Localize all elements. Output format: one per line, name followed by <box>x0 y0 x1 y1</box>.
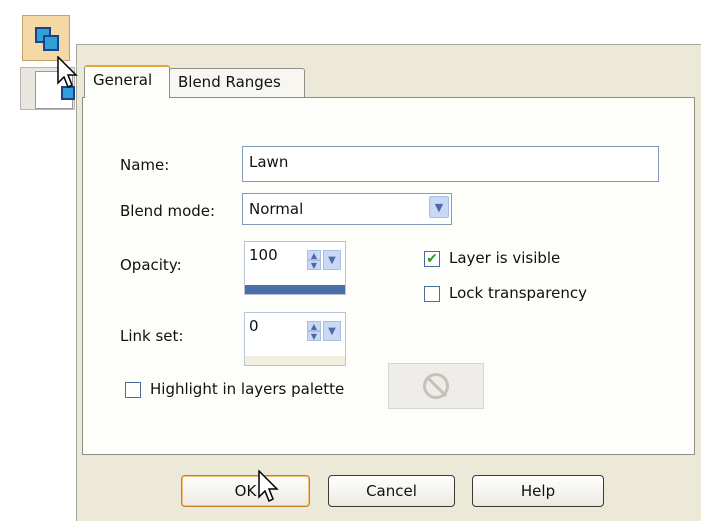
highlight-checkbox[interactable] <box>125 382 141 398</box>
no-entry-icon <box>423 373 449 399</box>
opacity-value: 100 <box>249 246 278 264</box>
ok-button[interactable]: OK <box>181 475 310 507</box>
dropdown-arrow-icon[interactable]: ▼ <box>429 196 449 218</box>
check-icon: ✔ <box>426 251 438 267</box>
mouse-pointer-icon <box>57 56 78 89</box>
opacity-spinbox[interactable]: 100 ▲ ▼ ▼ <box>244 241 346 295</box>
lock-transparency-label: Lock transparency <box>449 284 587 302</box>
cancel-button[interactable]: Cancel <box>328 475 455 507</box>
spin-down-icon[interactable]: ▼ <box>307 260 321 270</box>
tab-blend-ranges-label: Blend Ranges <box>178 73 281 91</box>
mouse-pointer-icon <box>258 470 279 503</box>
tab-general[interactable]: General <box>84 65 170 98</box>
ok-label: OK <box>234 482 257 500</box>
name-value: Lawn <box>249 153 289 171</box>
layer-properties-dialog: General Blend Ranges Name: Lawn Blend mo… <box>76 44 701 521</box>
dropdown-arrow-icon[interactable]: ▼ <box>323 321 341 341</box>
general-panel: Name: Lawn Blend mode: Normal ▼ Opacity:… <box>82 97 695 455</box>
spin-down-icon[interactable]: ▼ <box>307 331 321 341</box>
help-button[interactable]: Help <box>472 475 604 507</box>
highlight-color-button[interactable] <box>388 363 484 409</box>
link-set-track <box>245 356 345 365</box>
name-label: Name: <box>120 156 170 174</box>
opacity-label: Opacity: <box>120 256 182 274</box>
layer-visible-checkbox[interactable]: ✔ <box>424 251 440 267</box>
link-set-label: Link set: <box>120 327 184 345</box>
spin-up-icon[interactable]: ▲ <box>307 250 321 260</box>
help-label: Help <box>520 482 556 500</box>
spin-up-icon[interactable]: ▲ <box>307 321 321 331</box>
link-set-value: 0 <box>249 317 259 335</box>
lock-transparency-checkbox[interactable] <box>424 286 440 302</box>
dropdown-arrow-icon[interactable]: ▼ <box>323 250 341 270</box>
blend-mode-value: Normal <box>249 200 304 218</box>
link-set-spinbox[interactable]: 0 ▲ ▼ ▼ <box>244 312 346 366</box>
cancel-label: Cancel <box>366 482 417 500</box>
layer-properties-button[interactable] <box>22 15 70 61</box>
opacity-slider-fill <box>245 285 345 294</box>
blend-mode-label: Blend mode: <box>120 202 216 220</box>
tab-blend-ranges[interactable]: Blend Ranges <box>169 68 305 98</box>
tab-general-label: General <box>93 71 153 89</box>
layer-icon-front <box>43 35 59 51</box>
highlight-label: Highlight in layers palette <box>150 380 345 398</box>
name-input[interactable]: Lawn <box>242 146 659 182</box>
blend-mode-select[interactable]: Normal ▼ <box>242 193 452 225</box>
layer-visible-label: Layer is visible <box>449 249 561 267</box>
